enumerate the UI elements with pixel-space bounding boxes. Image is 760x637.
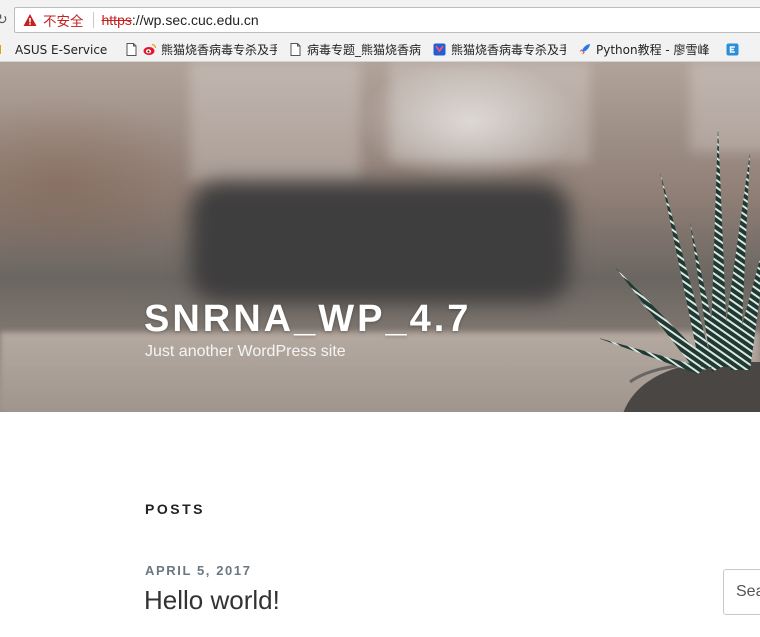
- post-date[interactable]: APRIL 5, 2017: [145, 563, 252, 578]
- insecure-label[interactable]: 不安全: [43, 10, 84, 30]
- bookmark-label: ASUS E-Service: [15, 42, 108, 57]
- bookmark-label: 病毒专题_熊猫烧香病毒: [307, 43, 421, 57]
- bookmark-panda-virus-1[interactable]: 熊猫烧香病毒专杀及手: [125, 41, 277, 58]
- site-header: SNRNA_WP_4.7 Just another WordPress site: [0, 62, 760, 412]
- url-separator: ://: [131, 12, 144, 28]
- bookmark-e[interactable]: [726, 43, 744, 56]
- posts-heading: POSTS: [145, 501, 205, 517]
- warning-icon[interactable]: [23, 13, 37, 27]
- bookmark-label: 熊猫烧香病毒专杀及手: [161, 43, 277, 57]
- background-couch: [190, 182, 570, 302]
- bookmark-virus-topic[interactable]: 病毒专题_熊猫烧香病毒: [289, 41, 421, 58]
- asus-icon: [0, 45, 10, 54]
- weibo-icon: [143, 43, 156, 55]
- bookmark-asus-eservice[interactable]: ASUS E-Service: [0, 43, 113, 57]
- bookmarks-bar: ASUS E-Service 熊猫烧香病毒专杀及手 病毒专题_熊猫烧香病毒 熊猫…: [0, 38, 760, 62]
- site-tagline: Just another WordPress site: [145, 343, 346, 360]
- search-input[interactable]: [723, 569, 760, 615]
- address-bar[interactable]: 不安全 https://wp.sec.cuc.edu.cn: [14, 7, 760, 33]
- page-icon: [290, 43, 301, 56]
- url-divider: [92, 12, 94, 28]
- succulent-plant-image: [600, 127, 760, 412]
- site-title[interactable]: SNRNA_WP_4.7: [144, 298, 471, 341]
- browser-toolbar: ↻ 不安全 https://wp.sec.cuc.edu.cn: [0, 0, 760, 38]
- e-icon: [726, 43, 739, 56]
- url-host: wp.sec.cuc.edu.cn: [143, 12, 259, 28]
- reload-icon[interactable]: ↻: [0, 11, 8, 28]
- bookmark-label: Python教程 - 廖雪峰: [596, 43, 710, 57]
- bookmark-label: 熊猫烧香病毒专杀及手: [451, 43, 566, 57]
- rocket-icon: [579, 44, 590, 55]
- bookmark-python-tutorial[interactable]: Python教程 - 廖雪峰: [578, 41, 714, 58]
- window-highlight: [190, 62, 360, 182]
- page-icon: [126, 43, 137, 56]
- url-scheme: https: [101, 12, 132, 28]
- bookmark-blue-icon: [433, 43, 446, 56]
- bookmark-panda-virus-2[interactable]: 熊猫烧香病毒专杀及手: [433, 41, 566, 58]
- post-title[interactable]: Hello world!: [144, 585, 280, 616]
- window-highlight: [390, 62, 590, 162]
